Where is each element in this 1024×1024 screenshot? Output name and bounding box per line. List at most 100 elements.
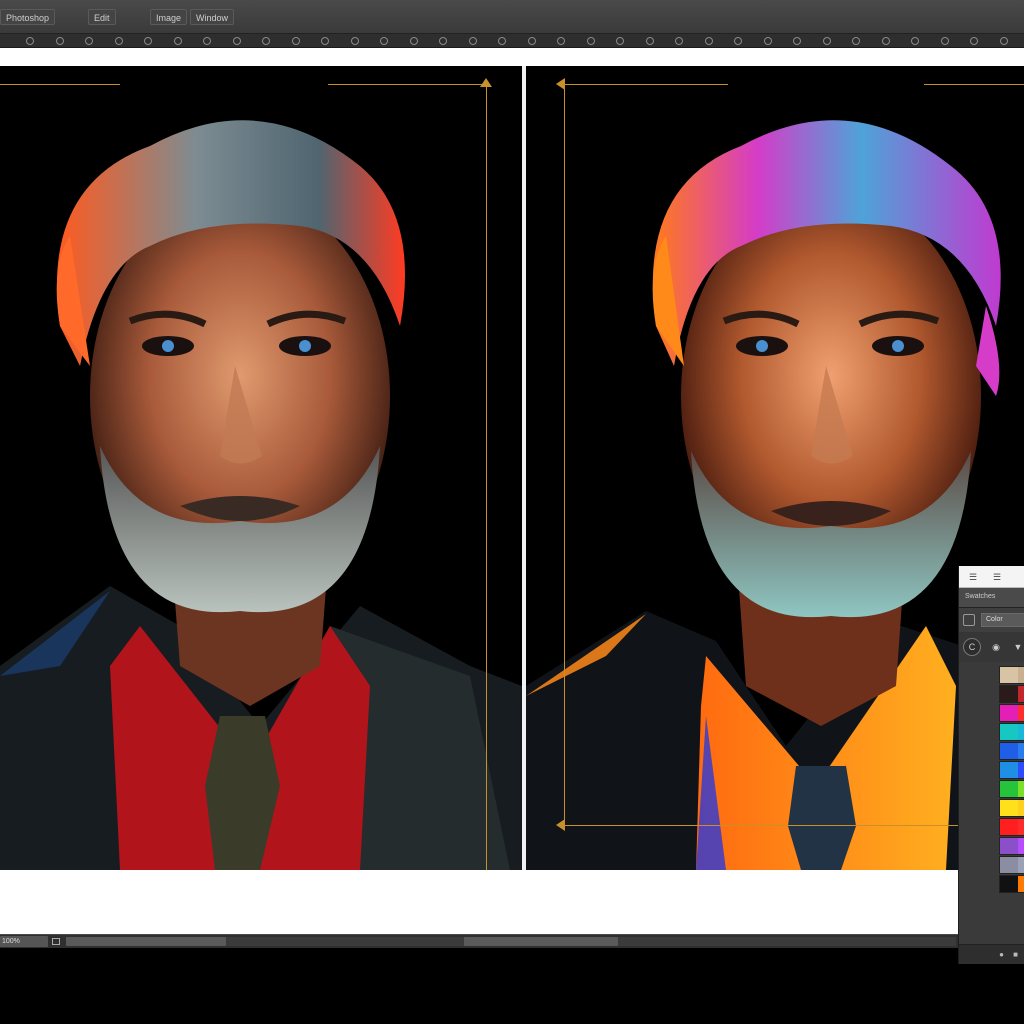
color-swatch[interactable] <box>1000 781 1019 797</box>
color-swatch[interactable] <box>1018 686 1024 702</box>
guide-top-right-2[interactable] <box>924 84 1024 85</box>
color-swatch[interactable] <box>1018 762 1024 778</box>
option-button-icon[interactable] <box>26 37 34 45</box>
color-swatch[interactable] <box>1000 876 1019 892</box>
option-button-icon[interactable] <box>527 37 536 45</box>
swatch-library-icon[interactable] <box>963 614 975 626</box>
eye-icon[interactable]: ◉ <box>991 642 1001 652</box>
option-button-icon[interactable] <box>173 37 182 45</box>
option-button-icon[interactable] <box>350 37 359 45</box>
swatch-row <box>999 685 1024 703</box>
color-swatch[interactable] <box>1018 838 1024 854</box>
color-swatch[interactable] <box>1018 705 1024 721</box>
option-button-icon[interactable] <box>439 37 447 45</box>
guide-top-right-1[interactable] <box>562 84 728 85</box>
option-button-icon[interactable] <box>85 37 93 45</box>
option-button-icon[interactable] <box>822 37 831 45</box>
panel-tab-icon[interactable]: ☰ <box>993 572 1001 583</box>
guide-bottom-right[interactable] <box>564 825 958 826</box>
menu-item-edit[interactable]: Edit <box>88 9 116 25</box>
panel-tab-icon[interactable]: ☰ <box>969 572 977 583</box>
option-button-icon[interactable] <box>114 37 123 45</box>
color-swatch[interactable] <box>1018 781 1024 797</box>
option-button-icon[interactable] <box>291 37 300 45</box>
option-button-icon[interactable] <box>203 37 211 45</box>
option-button-icon[interactable] <box>852 37 860 45</box>
color-swatch[interactable] <box>1000 838 1019 854</box>
swatch-grid <box>999 666 1024 894</box>
color-swatch[interactable] <box>1000 686 1019 702</box>
option-button-icon[interactable] <box>262 37 270 45</box>
guide-top-right[interactable] <box>328 84 488 85</box>
swatch-row <box>999 875 1024 893</box>
color-swatch[interactable] <box>1000 743 1019 759</box>
guide-vertical-left[interactable] <box>486 82 487 870</box>
option-button-icon[interactable] <box>321 37 329 45</box>
swatch-row <box>999 799 1024 817</box>
search-icon[interactable]: C <box>963 638 981 656</box>
option-button-icon[interactable] <box>645 37 654 45</box>
scrollbar-thumb[interactable] <box>464 937 618 946</box>
option-button-icon[interactable] <box>409 37 418 45</box>
swatch-filter-field[interactable]: Color <box>981 613 1024 627</box>
color-swatch[interactable] <box>1000 800 1019 816</box>
color-swatch[interactable] <box>1000 819 1019 835</box>
option-button-icon[interactable] <box>911 37 919 45</box>
panel-footer: ● ■ <box>959 944 1024 964</box>
option-button-icon[interactable] <box>793 37 801 45</box>
menu-item-window[interactable]: Window <box>190 9 235 25</box>
option-button-icon[interactable] <box>999 37 1008 45</box>
option-button-icon[interactable] <box>881 37 890 45</box>
option-button-icon[interactable] <box>586 37 595 45</box>
color-swatch[interactable] <box>1000 857 1019 873</box>
swatch-row <box>999 666 1024 684</box>
color-swatch[interactable] <box>1000 724 1019 740</box>
artboard-right[interactable] <box>526 66 1024 870</box>
menu-item-image[interactable]: Image <box>150 9 188 25</box>
color-swatch[interactable] <box>1018 800 1024 816</box>
option-button-icon[interactable] <box>704 37 713 45</box>
guide-top-left[interactable] <box>0 84 120 85</box>
option-button-icon[interactable] <box>970 37 978 45</box>
option-button-icon[interactable] <box>468 37 477 45</box>
color-swatch[interactable] <box>1018 876 1024 892</box>
color-swatch[interactable] <box>1000 667 1019 683</box>
navigator-icon[interactable] <box>52 938 60 945</box>
option-button-icon[interactable] <box>616 37 624 45</box>
new-swatch-icon[interactable]: ● <box>997 950 1006 959</box>
option-button-icon[interactable] <box>55 37 64 45</box>
color-swatch[interactable] <box>1018 819 1024 835</box>
zoom-level-field[interactable]: 100% <box>0 936 48 947</box>
panel-controls: C ◉ ▼ <box>959 632 1024 662</box>
option-button-icon[interactable] <box>498 37 506 45</box>
swatch-row <box>999 723 1024 741</box>
horizontal-scrollbar[interactable] <box>66 937 956 946</box>
scrollbar-thumb[interactable] <box>66 937 226 946</box>
swatch-row <box>999 761 1024 779</box>
option-button-icon[interactable] <box>675 37 683 45</box>
option-button-icon[interactable] <box>940 37 949 45</box>
guide-vertical-right[interactable] <box>564 84 565 826</box>
swatch-row <box>999 780 1024 798</box>
option-button-icon[interactable] <box>734 37 742 45</box>
guide-arrow-icon <box>556 819 565 831</box>
option-button-icon[interactable] <box>557 37 565 45</box>
option-button-icon[interactable] <box>380 37 388 45</box>
color-swatch[interactable] <box>1018 743 1024 759</box>
option-button-icon[interactable] <box>232 37 241 45</box>
color-swatch[interactable] <box>1018 667 1024 683</box>
delete-swatch-icon[interactable]: ■ <box>1011 950 1020 959</box>
color-swatch[interactable] <box>1018 857 1024 873</box>
option-button-icon[interactable] <box>144 37 152 45</box>
menu-item-app[interactable]: Photoshop <box>0 9 56 25</box>
portrait-color-variant-artwork <box>526 120 1024 870</box>
option-button-icon[interactable] <box>763 37 772 45</box>
color-swatch[interactable] <box>1000 762 1019 778</box>
color-swatch[interactable] <box>1000 705 1019 721</box>
swatch-row <box>999 837 1024 855</box>
artboard-left[interactable] <box>0 66 522 870</box>
color-swatch[interactable] <box>1018 724 1024 740</box>
chevron-down-icon[interactable]: ▼ <box>1013 642 1023 652</box>
status-bar: 100% <box>0 934 960 948</box>
panel-toolbar: Color <box>959 608 1024 632</box>
